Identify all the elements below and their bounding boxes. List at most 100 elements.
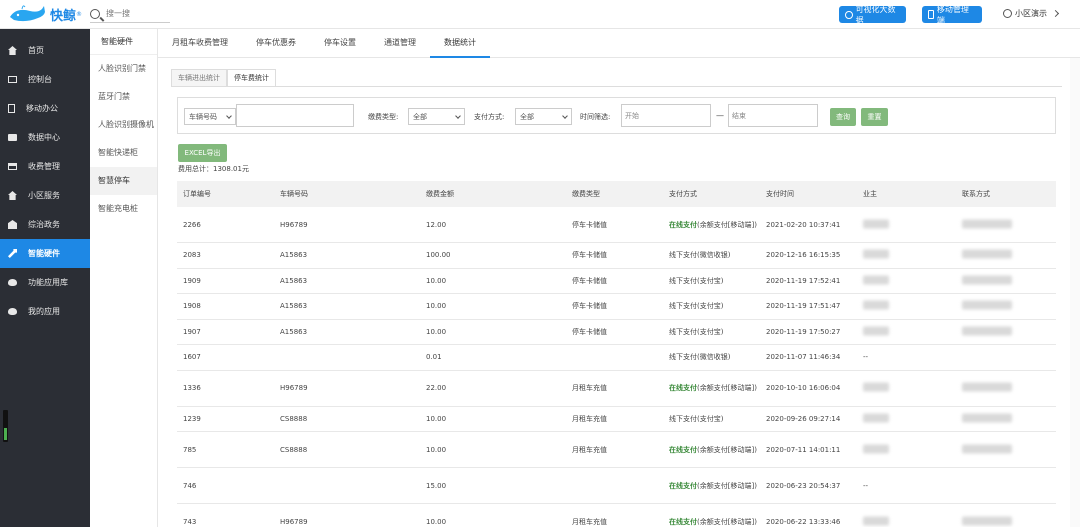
col-header-owner[interactable]: 业主 xyxy=(863,181,877,207)
redacted-contact xyxy=(962,326,1012,336)
sidebar-item-community-service[interactable]: 小区服务 xyxy=(0,181,90,210)
mobile-admin-button[interactable]: 移动管理端 xyxy=(922,5,982,25)
cell-contact xyxy=(962,275,1012,286)
sidebar-item-data-center[interactable]: 数据中心 xyxy=(0,123,90,152)
redacted-contact xyxy=(962,300,1012,310)
search-bar[interactable] xyxy=(90,5,170,23)
submenu-item-bluetooth-access[interactable]: 蓝牙门禁 xyxy=(90,83,157,111)
wrench-icon xyxy=(8,249,17,258)
subtab-vehicle-inout[interactable]: 车辆进出统计 xyxy=(171,69,227,87)
redacted-contact xyxy=(962,516,1012,525)
cell-order-id: 743 xyxy=(183,517,197,526)
cell-order-id: 2083 xyxy=(183,251,201,260)
col-header-order-id[interactable]: 订单编号 xyxy=(183,181,211,207)
cell-owner xyxy=(863,413,889,424)
search-input[interactable] xyxy=(106,9,166,18)
subtab-parking-fee[interactable]: 停车费统计 xyxy=(227,69,276,87)
cell-fee-type: 停车卡储值 xyxy=(572,251,607,260)
home-icon xyxy=(8,191,17,200)
table-row[interactable]: 2083 A15863 100.00 停车卡储值 线下支付(微信收银) 2020-12-1… xyxy=(177,243,1056,269)
pay-method-detail: 线下支付(支付宝) xyxy=(669,276,724,285)
user-name: 小区演示 xyxy=(1015,9,1047,18)
status-meter xyxy=(3,410,8,442)
cell-contact xyxy=(962,444,1012,455)
pay-method-detail: (余额支付[移动端]) xyxy=(697,481,757,490)
col-header-amount[interactable]: 缴费金额 xyxy=(426,181,454,207)
col-header-pay-method[interactable]: 支付方式 xyxy=(669,181,697,207)
fee-type-select[interactable]: 全部 xyxy=(408,108,465,125)
cell-order-id: 2266 xyxy=(183,220,201,229)
pay-online-label: 在线支付 xyxy=(669,481,697,490)
sidebar-item-console[interactable]: 控制台 xyxy=(0,65,90,94)
end-date-input[interactable]: 结束 xyxy=(728,104,818,127)
top-header: 快鲸 ® 可视化大数据 移动管理端 小区演示 xyxy=(0,0,1080,29)
cell-contact xyxy=(962,219,1012,230)
sidebar-item-app-library[interactable]: 功能应用库 xyxy=(0,268,90,297)
cell-pay-method: 线下支付(支付宝) xyxy=(669,301,759,311)
table-header: 订单编号 车辆号码 缴费金额 缴费类型 支付方式 支付时间 业主 联系方式 xyxy=(177,181,1056,207)
sidebar-item-mobile-office[interactable]: 移动办公 xyxy=(0,94,90,123)
cell-pay-method: 线下支付(支付宝) xyxy=(669,276,759,286)
redacted-owner xyxy=(863,300,889,310)
submenu-item-smart-parking[interactable]: 智慧停车 xyxy=(90,167,157,195)
table-row[interactable]: 746 15.00 在线支付(余额支付[移动端]) 2020-06-23 20:54:… xyxy=(177,468,1056,504)
submenu-item-face-camera[interactable]: 人脸识别摄像机 xyxy=(90,111,157,139)
cell-plate: A15863 xyxy=(280,251,308,260)
col-header-contact[interactable]: 联系方式 xyxy=(962,181,990,207)
table-row[interactable]: 1908 A15863 10.00 停车卡储值 线下支付(支付宝) 2020-11-19 … xyxy=(177,294,1056,320)
col-header-pay-time[interactable]: 支付时间 xyxy=(766,181,794,207)
cell-fee-type: 停车卡储值 xyxy=(572,302,607,311)
cell-fee-type: 月租车充值 xyxy=(572,517,607,526)
range-dash: — xyxy=(716,111,724,120)
big-data-button[interactable]: 可视化大数据 xyxy=(839,4,906,25)
submenu-item-charging-pile[interactable]: 智能充电桩 xyxy=(90,195,157,223)
submenu-item-face-access[interactable]: 人脸识别门禁 xyxy=(90,55,157,83)
cell-amount: 12.00 xyxy=(426,220,447,229)
tab-statistics[interactable]: 数据统计 xyxy=(430,29,490,58)
redacted-owner xyxy=(863,382,889,392)
end-date-placeholder: 结束 xyxy=(732,111,746,120)
col-header-plate[interactable]: 车辆号码 xyxy=(280,181,308,207)
cell-amount: 22.00 xyxy=(426,384,447,392)
cell-contact xyxy=(962,413,1012,424)
sidebar-item-smart-hardware[interactable]: 智能硬件 xyxy=(0,239,90,268)
plate-input[interactable] xyxy=(236,104,354,127)
tab-parking-coupon[interactable]: 停车优惠券 xyxy=(242,29,310,58)
col-header-fee-type[interactable]: 缴费类型 xyxy=(572,181,600,207)
sidebar-item-governance[interactable]: 综治政务 xyxy=(0,210,90,239)
page-scrollbar[interactable] xyxy=(1070,58,1080,527)
excel-export-button[interactable]: EXCEL导出 xyxy=(178,144,227,162)
cell-pay-method: 在线支付(余额支付[移动端]) xyxy=(669,220,759,230)
table-row[interactable]: 1607 0.01 线下支付(微信收银) 2020-11-07 11:46:34 -- xyxy=(177,345,1056,371)
cell-order-id: 746 xyxy=(183,481,197,490)
cell-owner xyxy=(863,444,889,455)
table-row[interactable]: 2266 H96789 12.00 停车卡储值 在线支付(余额支付[移动端]) 2021-… xyxy=(177,207,1056,243)
monitor-icon xyxy=(8,76,17,83)
table-row[interactable]: 1239 CS8888 10.00 月租车充值 线下支付(支付宝) 2020-09-26 … xyxy=(177,407,1056,432)
submenu-item-parcel-locker[interactable]: 智能快递柜 xyxy=(90,139,157,167)
redacted-contact xyxy=(962,275,1012,285)
plate-field-select[interactable]: 车辆号码 xyxy=(184,108,236,125)
pay-method-select[interactable]: 全部 xyxy=(515,108,572,125)
sidebar-item-my-apps[interactable]: 我的应用 xyxy=(0,297,90,326)
user-menu[interactable]: 小区演示 xyxy=(1003,8,1060,19)
tab-gate-management[interactable]: 通道管理 xyxy=(370,29,430,58)
start-date-input[interactable]: 开始 xyxy=(621,104,711,127)
big-data-label: 可视化大数据 xyxy=(855,4,896,25)
redacted-contact xyxy=(962,444,1012,453)
query-button[interactable]: 查询 xyxy=(830,108,856,126)
cell-amount: 0.01 xyxy=(426,353,442,362)
sidebar-item-home[interactable]: 首页 xyxy=(0,36,90,65)
reset-button[interactable]: 重置 xyxy=(861,108,888,126)
search-icon[interactable] xyxy=(90,8,100,19)
cell-pay-time: 2020-11-19 17:51:47 xyxy=(766,302,841,311)
tab-monthly-fee[interactable]: 月租车收费管理 xyxy=(158,29,242,58)
tab-parking-settings[interactable]: 停车设置 xyxy=(310,29,370,58)
logo[interactable]: 快鲸 ® xyxy=(8,3,83,25)
table-row[interactable]: 743 H96789 10.00 月租车充值 在线支付(余额支付[移动端]) 2020-0… xyxy=(177,504,1056,527)
table-row[interactable]: 785 CS8888 10.00 月租车充值 在线支付(余额支付[移动端]) 2020-0… xyxy=(177,432,1056,468)
table-row[interactable]: 1909 A15863 10.00 停车卡储值 线下支付(支付宝) 2020-11-19 … xyxy=(177,269,1056,294)
table-row[interactable]: 1336 H96789 22.00 月租车充值 在线支付(余额支付[移动端]) 2020-… xyxy=(177,371,1056,407)
sidebar-item-billing[interactable]: 收费管理 xyxy=(0,152,90,181)
table-row[interactable]: 1907 A15863 10.00 停车卡储值 线下支付(支付宝) 2020-11-19 … xyxy=(177,320,1056,345)
